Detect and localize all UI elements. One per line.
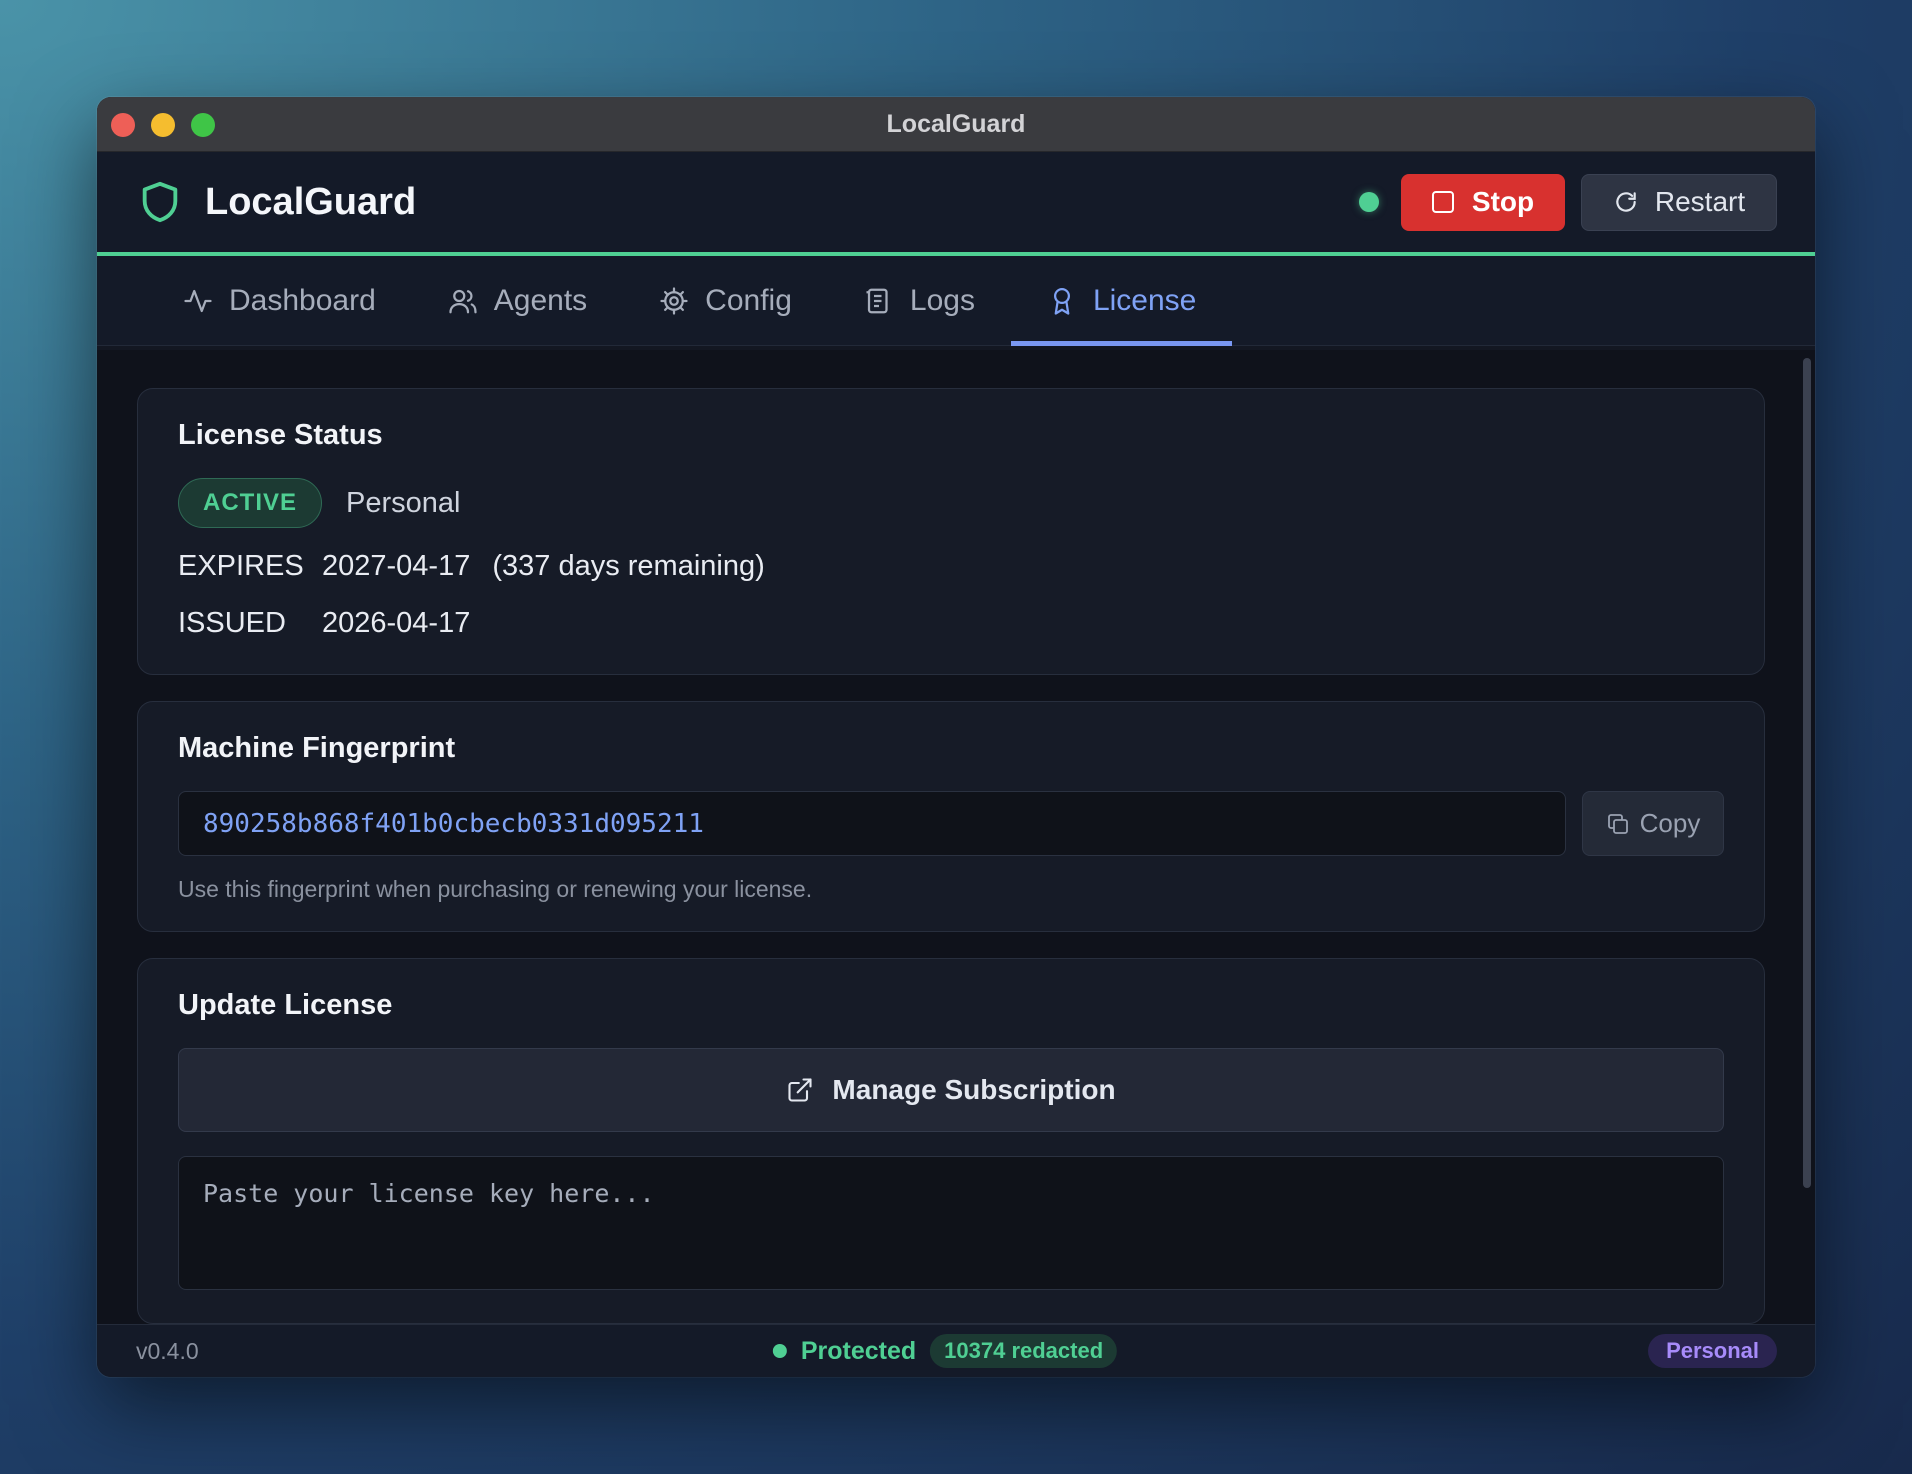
gear-icon <box>659 286 689 316</box>
stop-icon <box>1431 191 1454 213</box>
tab-config-label: Config <box>705 283 792 317</box>
update-license-title: Update License <box>178 989 393 1021</box>
brand: LocalGuard <box>137 179 416 225</box>
license-plan: Personal <box>346 486 461 519</box>
expires-row: EXPIRES 2027-04-17 (337 days remaining) <box>178 550 1724 583</box>
tab-logs-label: Logs <box>909 283 975 317</box>
tab-logs[interactable]: Logs <box>828 256 1011 345</box>
license-status-title: License Status <box>178 419 383 451</box>
restart-button[interactable]: Restart <box>1581 173 1777 231</box>
license-status-card: License Status ACTIVE Personal EXPIRES 2… <box>137 388 1765 675</box>
expires-label: EXPIRES <box>178 550 304 582</box>
maximize-window-button[interactable] <box>191 113 215 137</box>
protected-label: Protected <box>800 1336 917 1365</box>
title-bar: LocalGuard <box>97 97 1815 152</box>
copy-button-label: Copy <box>1639 808 1701 838</box>
tab-config[interactable]: Config <box>623 256 828 345</box>
tab-license[interactable]: License <box>1010 256 1233 346</box>
app-name: LocalGuard <box>205 180 417 223</box>
fingerprint-field[interactable]: 890258b868f401b0cbecb0331d095211 <box>178 791 1566 856</box>
shield-icon <box>137 179 183 225</box>
license-status-row: ACTIVE Personal <box>178 478 1724 528</box>
expires-date: 2027-04-17 <box>322 550 471 582</box>
license-panel: License Status ACTIVE Personal EXPIRES 2… <box>97 350 1815 1324</box>
header-actions: Stop Restart <box>1359 173 1777 231</box>
plan-badge: Personal <box>1648 1334 1777 1368</box>
activity-icon <box>183 286 213 316</box>
manage-subscription-button[interactable]: Manage Subscription <box>178 1048 1724 1132</box>
stop-button[interactable]: Stop <box>1401 173 1565 231</box>
window-title: LocalGuard <box>886 109 1026 138</box>
copy-icon <box>1606 812 1630 836</box>
manage-subscription-label: Manage Subscription <box>832 1074 1116 1105</box>
restart-button-label: Restart <box>1654 186 1746 217</box>
fingerprint-card: Machine Fingerprint 890258b868f401b0cbec… <box>137 701 1765 932</box>
tab-license-label: License <box>1092 283 1197 317</box>
copy-button[interactable]: Copy <box>1582 791 1724 856</box>
issued-label: ISSUED <box>178 607 286 639</box>
fingerprint-hint: Use this fingerprint when purchasing or … <box>178 876 813 902</box>
tab-dashboard[interactable]: Dashboard <box>147 256 412 345</box>
minimize-window-button[interactable] <box>151 113 175 137</box>
fingerprint-row: 890258b868f401b0cbecb0331d095211 Copy <box>178 791 1724 856</box>
update-license-card: Update License Manage Subscription <box>137 958 1765 1324</box>
window-controls <box>111 113 215 137</box>
app-window: LocalGuard LocalGuard Stop Restart Dashb… <box>97 97 1815 1377</box>
running-status-indicator <box>1359 192 1379 212</box>
fingerprint-title: Machine Fingerprint <box>178 732 456 764</box>
redacted-count-badge: 10374 redacted <box>930 1334 1118 1368</box>
protected-indicator <box>772 1344 787 1358</box>
close-window-button[interactable] <box>111 113 135 137</box>
tab-bar: Dashboard Agents Config Logs License <box>97 256 1815 346</box>
tab-agents[interactable]: Agents <box>412 256 623 345</box>
refresh-icon <box>1613 189 1639 215</box>
app-version: v0.4.0 <box>136 1337 199 1364</box>
external-link-icon <box>786 1076 814 1104</box>
award-icon <box>1047 286 1077 316</box>
license-key-input[interactable] <box>178 1156 1724 1290</box>
tab-dashboard-label: Dashboard <box>229 283 376 317</box>
users-icon <box>448 286 478 316</box>
status-badge: ACTIVE <box>178 478 323 528</box>
days-remaining: (337 days remaining) <box>492 550 765 582</box>
issued-date: 2026-04-17 <box>322 607 471 639</box>
scroll-icon <box>864 286 894 316</box>
app-header: LocalGuard Stop Restart <box>97 152 1815 256</box>
protection-status: Protected 10374 redacted <box>772 1334 1118 1368</box>
tab-agents-label: Agents <box>493 283 588 317</box>
status-bar: v0.4.0 Protected 10374 redacted Personal <box>97 1324 1815 1377</box>
issued-row: ISSUED 2026-04-17 <box>178 607 1724 640</box>
content-scrollbar[interactable] <box>1803 358 1811 1188</box>
stop-button-label: Stop <box>1471 186 1535 217</box>
